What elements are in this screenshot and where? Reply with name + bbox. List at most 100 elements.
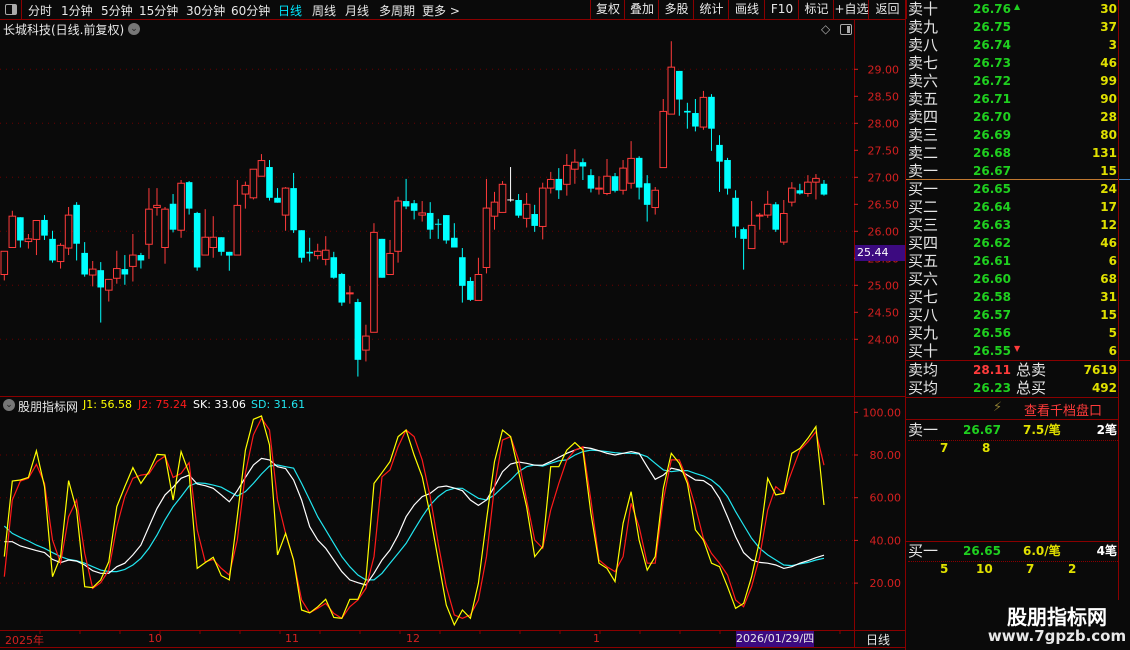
candle xyxy=(17,217,24,248)
bid1-order: 7 xyxy=(1026,562,1035,576)
candle xyxy=(338,272,346,306)
ask-level-row[interactable]: 卖十 26.76 30 ▲ xyxy=(906,0,1118,18)
arrow-up-icon: ▲ xyxy=(1014,2,1021,11)
candle xyxy=(346,285,354,304)
candle-body xyxy=(73,204,80,244)
bid-level-row[interactable]: 买六 26.60 68 xyxy=(906,270,1118,288)
candle-body xyxy=(24,238,33,243)
candle xyxy=(281,187,290,231)
candle xyxy=(290,172,297,233)
ask-level-label: 卖九 xyxy=(908,18,939,36)
avg-sell-label: 卖均 xyxy=(908,361,939,379)
ask1-price: 26.67 xyxy=(963,423,1001,437)
bid-level-row[interactable]: 买五 26.61 6 xyxy=(906,252,1118,270)
candle-body xyxy=(603,175,611,195)
kline-chart[interactable]: 29.0028.5028.0027.5027.0026.5026.0025.50… xyxy=(0,0,905,650)
candle xyxy=(217,237,225,256)
candle-body xyxy=(177,182,185,231)
indicator-menu-icon[interactable]: ⌄ xyxy=(3,399,15,411)
ask-level-row[interactable]: 卖九 26.75 37 xyxy=(906,18,1118,36)
candle-body xyxy=(579,162,587,167)
candle-body xyxy=(498,183,507,213)
candle-body xyxy=(692,113,699,127)
ask1-count: 2笔 xyxy=(1096,423,1117,437)
bid-level-price: 26.63 xyxy=(973,218,1011,232)
ask1-avg: 7.5/笔 xyxy=(1023,423,1061,437)
candle-body xyxy=(812,177,820,183)
candle xyxy=(97,262,105,323)
candle xyxy=(740,227,747,270)
candle xyxy=(684,102,691,129)
xaxis-label: 11 xyxy=(285,632,299,645)
candle xyxy=(104,278,113,302)
ask-level-row[interactable]: 卖一 26.67 15 xyxy=(906,162,1118,180)
sk-value: SK: 33.06 xyxy=(193,398,246,411)
price-axis-label: 25.00 xyxy=(868,279,900,292)
panel-divider-right xyxy=(1118,0,1119,600)
bid-level-row[interactable]: 买十 26.55 6 ▼ xyxy=(906,342,1118,360)
depth-orderbook-link[interactable]: 查看千档盘口 xyxy=(1024,400,1102,419)
bid-level-label: 买六 xyxy=(908,270,939,288)
spread-divider-right xyxy=(1118,179,1130,180)
bid-level-label: 买五 xyxy=(908,252,939,270)
ask-level-price: 26.70 xyxy=(973,110,1011,124)
candle-body xyxy=(676,70,683,100)
candle-body xyxy=(193,212,201,268)
ask-level-row[interactable]: 卖七 26.73 46 xyxy=(906,54,1118,72)
candle-body xyxy=(0,250,9,275)
bid-level-row[interactable]: 买三 26.63 12 xyxy=(906,216,1118,234)
candle-body xyxy=(490,201,499,217)
candle-body xyxy=(97,270,105,288)
avg-sell-value: 28.11 xyxy=(973,363,1011,377)
price-axis-label: 27.50 xyxy=(868,144,900,157)
ask-level-label: 卖六 xyxy=(908,72,939,90)
candle xyxy=(145,188,153,259)
candle-body xyxy=(796,190,804,194)
ask-level-row[interactable]: 卖五 26.71 90 xyxy=(906,90,1118,108)
ask-level-qty: 3 xyxy=(1108,38,1117,52)
ask-level-label: 卖二 xyxy=(908,144,939,162)
period-label[interactable]: 日线 xyxy=(866,631,890,648)
bid-level-row[interactable]: 买四 26.62 46 xyxy=(906,234,1118,252)
price-marker: 25.44 xyxy=(855,245,905,261)
candle xyxy=(354,298,362,377)
ask-level-row[interactable]: 卖三 26.69 80 xyxy=(906,126,1118,144)
candle-body xyxy=(145,208,153,245)
candle-body xyxy=(290,188,297,231)
candle-body xyxy=(161,208,169,249)
bid-level-row[interactable]: 买二 26.64 17 xyxy=(906,198,1118,216)
ask-level-price: 26.69 xyxy=(973,128,1011,142)
ask-level-row[interactable]: 卖六 26.72 99 xyxy=(906,72,1118,90)
candle xyxy=(779,199,788,245)
candle xyxy=(498,181,507,213)
ask-level-row[interactable]: 卖二 26.68 131 xyxy=(906,144,1118,162)
candle-body xyxy=(507,199,514,201)
bid-level-row[interactable]: 买七 26.58 31 xyxy=(906,288,1118,306)
bid-level-qty: 31 xyxy=(1100,290,1117,304)
candle-body xyxy=(281,187,290,216)
candle xyxy=(177,180,185,238)
bid-level-row[interactable]: 买八 26.57 15 xyxy=(906,306,1118,324)
candle-body xyxy=(185,182,193,209)
bid1-label: 买一 xyxy=(908,542,939,560)
ask-level-row[interactable]: 卖四 26.70 28 xyxy=(906,108,1118,126)
candle xyxy=(330,251,338,279)
bid-level-row[interactable]: 买一 26.65 24 xyxy=(906,180,1118,198)
candle xyxy=(587,169,595,193)
candle xyxy=(659,99,668,169)
bid-level-qty: 6 xyxy=(1108,344,1117,358)
bid-level-qty: 15 xyxy=(1100,308,1117,322)
candle-body xyxy=(482,207,491,268)
total-buy-value: 492 xyxy=(1091,381,1117,395)
candle xyxy=(313,243,322,260)
candle-body xyxy=(732,197,739,227)
ask-level-label: 卖七 xyxy=(908,54,939,72)
bid-level-row[interactable]: 买九 26.56 5 xyxy=(906,324,1118,342)
bid-level-label: 买四 xyxy=(908,234,939,252)
candle-body xyxy=(418,212,426,216)
candle xyxy=(153,188,161,216)
ask-level-row[interactable]: 卖八 26.74 3 xyxy=(906,36,1118,54)
candle xyxy=(49,230,56,263)
candle-body xyxy=(306,251,313,254)
price-axis-label: 28.50 xyxy=(868,90,900,103)
